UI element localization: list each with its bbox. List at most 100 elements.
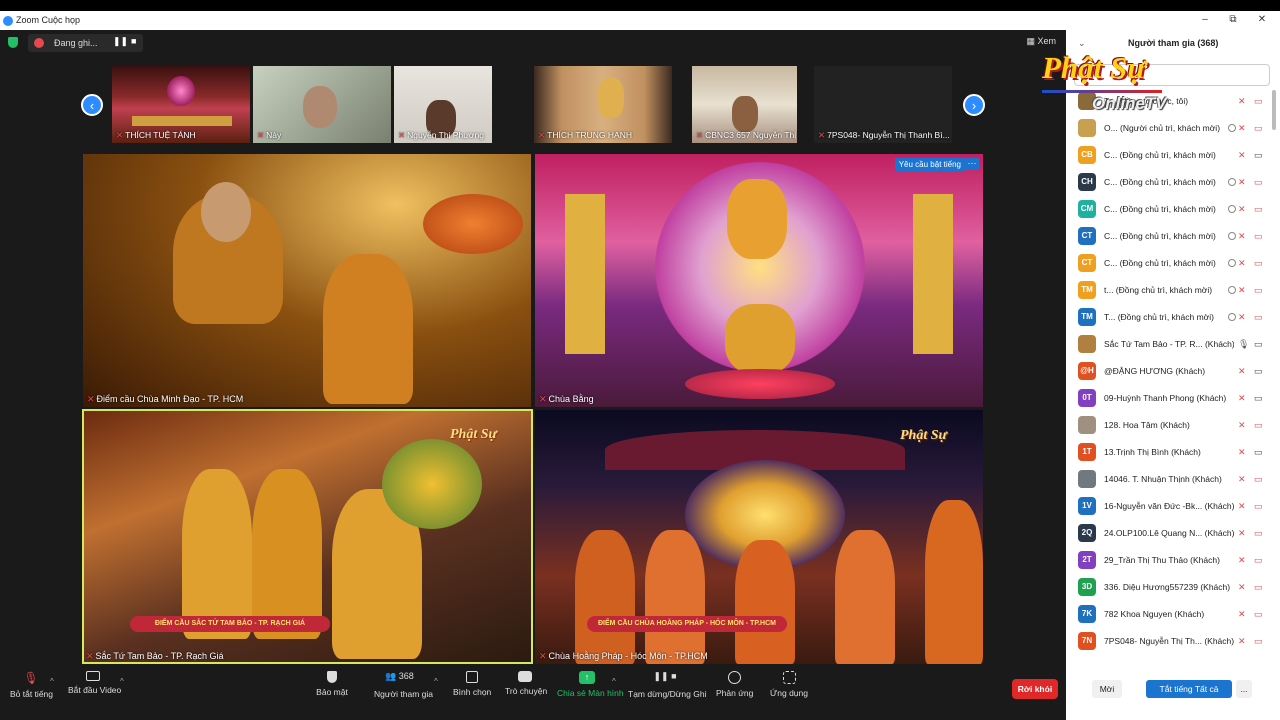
video-off-icon[interactable]: ▭ xyxy=(1254,420,1263,431)
pause-icon[interactable]: ❚❚ xyxy=(113,36,128,47)
pause-stop-recording-button[interactable]: ❚❚ ■ Tạm dừng/Dừng Ghi xyxy=(628,671,706,699)
reactions-button[interactable]: Phản ứng xyxy=(716,671,753,698)
mic-muted-icon[interactable]: ✕ xyxy=(1238,393,1246,404)
video-off-icon[interactable]: ▭ xyxy=(1254,474,1263,485)
collapse-chevron-icon[interactable]: ⌄ xyxy=(1078,38,1086,49)
view-button[interactable]: ▦ Xem xyxy=(1026,36,1056,47)
mic-muted-icon[interactable]: ✕ xyxy=(1238,366,1246,377)
close-icon[interactable]: ✕ xyxy=(1254,14,1270,26)
video-tile-hoang-phap[interactable]: Phật Sự ĐIỂM CẦU CHÙA HOẰNG PHÁP - HÓC M… xyxy=(535,410,983,664)
mic-muted-icon[interactable]: ✕ xyxy=(1238,204,1246,215)
participant-row[interactable]: CT C... (Đồng chủ trì, khách mời) ✕ ▭ xyxy=(1066,223,1272,250)
video-off-icon[interactable]: ▭ xyxy=(1254,582,1263,593)
audio-options-caret-icon[interactable]: ^ xyxy=(50,677,54,686)
thumbnail-tile[interactable]: ✕ THÍCH TRUNG HẠNH xyxy=(534,66,672,143)
polls-button[interactable]: Bình chọn xyxy=(453,671,491,697)
video-tile-sac-tu-tam-bao[interactable]: Phật Sự ĐIỂM CẦU SẮC TỨ TAM BẢO - TP. RẠ… xyxy=(82,409,533,664)
video-off-icon[interactable]: ▭ xyxy=(1254,312,1263,323)
share-options-caret-icon[interactable]: ^ xyxy=(612,677,616,686)
video-tile-chua-bang[interactable]: Yêu cầu bật tiếng ··· ✕ Chùa Bằng xyxy=(535,154,983,407)
mic-muted-icon[interactable]: ✕ xyxy=(1238,555,1246,566)
video-off-icon[interactable]: ▭ xyxy=(1254,501,1263,512)
video-off-icon[interactable]: ▭ xyxy=(1254,285,1263,296)
participant-row[interactable]: 14046. T. Nhuận Thịnh (Khách) ✕ ▭ xyxy=(1066,466,1272,493)
invite-button[interactable]: Mời xyxy=(1092,680,1122,698)
participant-row[interactable]: 0T 09-Huỳnh Thanh Phong (Khách) ✕ ▭ xyxy=(1066,385,1272,412)
video-off-icon[interactable]: ▭ xyxy=(1254,96,1263,107)
maximize-icon[interactable]: ⧉ xyxy=(1225,14,1241,26)
video-icon[interactable]: ▭ xyxy=(1254,366,1263,377)
start-video-button[interactable]: Bắt đầu Video xyxy=(68,671,121,695)
mic-muted-icon[interactable]: ✕ xyxy=(1238,636,1246,647)
mic-muted-icon[interactable]: ✕ xyxy=(1238,96,1246,107)
thumbnail-tile[interactable]: ✕ Này xyxy=(253,66,391,143)
video-off-icon[interactable]: ▭ xyxy=(1254,555,1263,566)
minimize-icon[interactable]: ‒ xyxy=(1197,14,1213,26)
video-options-caret-icon[interactable]: ^ xyxy=(120,677,124,686)
stop-icon[interactable]: ■ xyxy=(131,36,136,46)
mic-icon[interactable]: 🎙 xyxy=(1238,339,1249,350)
mic-muted-icon[interactable]: ✕ xyxy=(1238,231,1246,242)
participant-row[interactable]: CT C... (Đồng chủ trì, khách mời) ✕ ▭ xyxy=(1066,250,1272,277)
mic-muted-icon[interactable]: ✕ xyxy=(1238,123,1246,134)
video-off-icon[interactable]: ▭ xyxy=(1254,609,1263,620)
video-off-icon[interactable]: ▭ xyxy=(1254,177,1263,188)
participant-row[interactable]: 7K 782 Khoa Nguyen (Khách) ✕ ▭ xyxy=(1066,601,1272,628)
panel-scrollbar[interactable] xyxy=(1272,90,1276,130)
participant-row[interactable]: 2Q 24.OLP100.Lê Quang N... (Khách) ✕ ▭ xyxy=(1066,520,1272,547)
mic-muted-icon[interactable]: ✕ xyxy=(1238,528,1246,539)
participant-row[interactable]: 7N 7PS048- Nguyễn Thị Th... (Khách) ✕ ▭ xyxy=(1066,628,1272,655)
video-off-icon[interactable]: ▭ xyxy=(1254,123,1263,134)
mute-all-button[interactable]: Tắt tiếng Tất cả xyxy=(1146,680,1232,698)
participant-row[interactable]: TM T... (Đồng chủ trì, khách mời) ✕ ▭ xyxy=(1066,304,1272,331)
video-tile-minh-dao[interactable]: ✕ Điểm cầu Chùa Minh Đạo - TP. HCM xyxy=(83,154,531,407)
participant-row[interactable]: TM t... (Đồng chủ trì, khách mời) ✕ ▭ xyxy=(1066,277,1272,304)
mic-muted-icon[interactable]: ✕ xyxy=(1238,447,1246,458)
mic-muted-icon[interactable]: ✕ xyxy=(1238,312,1246,323)
video-off-icon[interactable]: ▭ xyxy=(1254,528,1263,539)
apps-button[interactable]: Ứng dụng xyxy=(769,671,809,698)
video-off-icon[interactable]: ▭ xyxy=(1254,231,1263,242)
mic-muted-icon[interactable]: ✕ xyxy=(1238,150,1246,161)
participant-row[interactable]: 1T 13.Trịnh Thị Bình (Khách) ✕ ▭ xyxy=(1066,439,1272,466)
share-screen-button[interactable]: ↑ Chia sẻ Màn hình xyxy=(557,671,624,698)
mic-muted-icon[interactable]: ✕ xyxy=(1238,177,1246,188)
leave-button[interactable]: Rời khỏi xyxy=(1012,679,1058,699)
participant-row[interactable]: 3D 336. Diệu Hương557239 (Khách) ✕ ▭ xyxy=(1066,574,1272,601)
participants-caret-icon[interactable]: ^ xyxy=(434,677,438,686)
participant-row[interactable]: 1V 16-Nguyễn văn Đức -Bk... (Khách) ✕ ▭ xyxy=(1066,493,1272,520)
mic-muted-icon[interactable]: ✕ xyxy=(1238,501,1246,512)
participant-row[interactable]: 128. Hoa Tâm (Khách) ✕ ▭ xyxy=(1066,412,1272,439)
more-options-button[interactable]: ... xyxy=(1236,680,1252,698)
next-page-arrow-icon[interactable]: › xyxy=(963,94,985,116)
prev-page-arrow-icon[interactable]: ‹ xyxy=(81,94,103,116)
video-icon[interactable]: ▭ xyxy=(1254,150,1263,161)
video-icon[interactable]: ▭ xyxy=(1254,447,1263,458)
mic-muted-icon[interactable]: ✕ xyxy=(1238,285,1246,296)
thumbnail-tile[interactable]: ✕ THÍCH TUỆ TÁNH xyxy=(112,66,250,143)
thumbnail-tile[interactable]: ✕ 7PS048- Nguyễn Thị Thanh Bì... xyxy=(814,66,952,143)
participant-row[interactable]: CM C... (Đồng chủ trì, khách mời) ✕ ▭ xyxy=(1066,196,1272,223)
mic-muted-icon[interactable]: ✕ xyxy=(1238,609,1246,620)
participant-row[interactable]: 2T 29_Trần Thị Thu Thảo (Khách) ✕ ▭ xyxy=(1066,547,1272,574)
participant-row[interactable]: @H @ĐẶNG HƯƠNG (Khách) ✕ ▭ xyxy=(1066,358,1272,385)
security-button[interactable]: Bảo mật xyxy=(316,671,348,697)
video-off-icon[interactable]: ▭ xyxy=(1254,204,1263,215)
video-icon[interactable]: ▭ xyxy=(1254,339,1263,350)
mic-muted-icon[interactable]: ✕ xyxy=(1238,582,1246,593)
mic-muted-icon[interactable]: ✕ xyxy=(1238,420,1246,431)
mic-muted-icon[interactable]: ✕ xyxy=(1238,258,1246,269)
unmute-button[interactable]: 🎙 Bỏ tắt tiếng xyxy=(10,671,53,699)
participants-button[interactable]: 👥 368 Người tham gia xyxy=(374,671,433,699)
video-off-icon[interactable]: ▭ xyxy=(1254,636,1263,647)
more-options-icon[interactable]: ··· xyxy=(965,158,979,170)
thumbnail-tile[interactable]: ✕CBNC3 657 Nguyễn Thị Huệ p... xyxy=(692,66,797,143)
video-icon[interactable]: ▭ xyxy=(1254,393,1263,404)
chat-button[interactable]: Trò chuyện xyxy=(505,671,547,696)
participant-row[interactable]: Sắc Tứ Tam Bảo - TP. R... (Khách) 🎙 ▭ xyxy=(1066,331,1272,358)
mic-muted-icon[interactable]: ✕ xyxy=(1238,474,1246,485)
thumbnail-tile[interactable]: ✕ Nguyễn Thị Phương xyxy=(394,66,492,143)
request-unmute-button[interactable]: Yêu cầu bật tiếng xyxy=(894,158,965,171)
video-off-icon[interactable]: ▭ xyxy=(1254,258,1263,269)
participant-row[interactable]: CB C... (Đồng chủ trì, khách mời) ✕ ▭ xyxy=(1066,142,1272,169)
